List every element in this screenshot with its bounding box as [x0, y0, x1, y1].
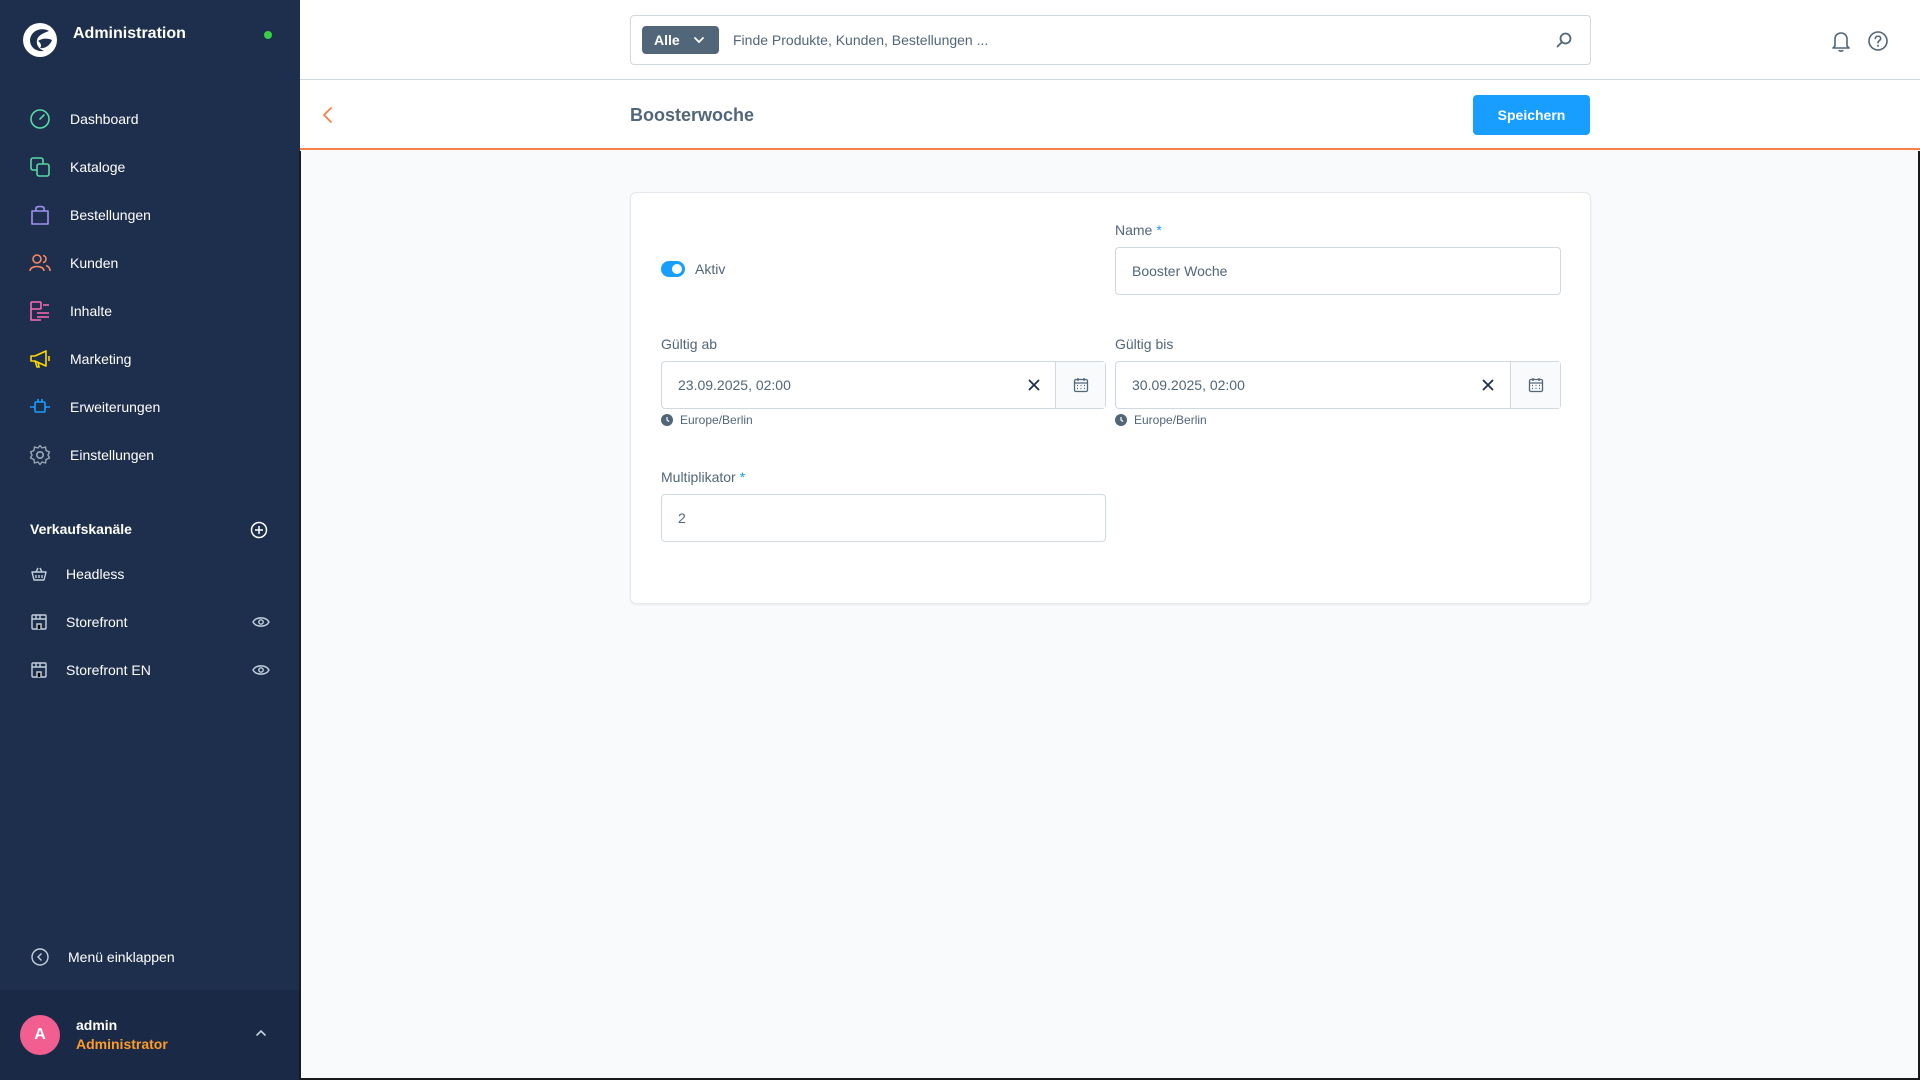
avatar: A	[20, 1015, 60, 1055]
notification-bell-icon[interactable]	[1830, 30, 1852, 52]
sidebar-item-label: Dashboard	[70, 111, 139, 127]
calendar-button[interactable]	[1055, 362, 1105, 408]
valid-from-value: 23.09.2025, 02:00	[678, 377, 791, 393]
sidebar-item-orders[interactable]: Bestellungen	[0, 195, 300, 235]
sidebar-item-label: Einstellungen	[70, 447, 155, 463]
dashboard-icon	[28, 107, 52, 131]
sales-channel-label: Headless	[66, 566, 125, 582]
search-type-label: Alle	[654, 32, 680, 48]
customers-icon	[28, 251, 52, 275]
shopware-logo-icon	[23, 23, 57, 57]
sales-channel-headless[interactable]: Headless	[0, 555, 300, 595]
page-title: Boosterwoche	[630, 105, 755, 125]
multiplier-label: Multiplikator *	[661, 469, 745, 485]
add-sales-channel-icon[interactable]	[249, 520, 269, 540]
app-title: Administration	[73, 25, 186, 42]
name-label: Name *	[1115, 222, 1162, 238]
global-search: Alle	[630, 15, 1591, 65]
valid-until-label: Gültig bis	[1115, 336, 1174, 352]
search-type-dropdown[interactable]: Alle	[642, 26, 719, 54]
sidebar-item-settings[interactable]: Einstellungen	[0, 435, 300, 475]
save-button[interactable]: Speichern	[1473, 95, 1590, 135]
storefront-icon	[28, 611, 50, 633]
sidebar-item-dashboard[interactable]: Dashboard	[0, 99, 300, 139]
sidebar-item-customers[interactable]: Kunden	[0, 243, 300, 283]
name-value: Booster Woche	[1132, 263, 1228, 279]
search-icon[interactable]	[1555, 31, 1573, 49]
collapse-menu-button[interactable]: Menü einklappen	[0, 940, 300, 974]
sidebar-item-marketing[interactable]: Marketing	[0, 339, 300, 379]
valid-until-value: 30.09.2025, 02:00	[1132, 377, 1245, 393]
sales-channel-label: Storefront	[66, 614, 128, 630]
sidebar-item-label: Kataloge	[70, 159, 126, 175]
user-role: Administrator	[76, 1036, 168, 1052]
clear-icon[interactable]	[1027, 378, 1041, 392]
sales-channel-storefront[interactable]: Storefront	[0, 603, 300, 643]
basket-icon	[28, 563, 50, 585]
collapse-menu-label: Menü einklappen	[68, 949, 175, 965]
calendar-icon	[1528, 378, 1543, 393]
calendar-icon	[1073, 378, 1088, 393]
sidebar-item-catalogs[interactable]: Kataloge	[0, 147, 300, 187]
chevron-left-circle-icon	[31, 948, 49, 966]
sales-channel-label: Storefront EN	[66, 662, 151, 678]
name-field[interactable]: Booster Woche	[1115, 247, 1561, 295]
clock-icon	[661, 414, 673, 426]
catalog-icon	[28, 155, 52, 179]
active-toggle[interactable]	[661, 261, 685, 277]
user-name: admin	[76, 1017, 118, 1033]
sidebar-item-label: Inhalte	[70, 303, 113, 319]
sales-channels-title: Verkaufskanäle	[30, 521, 132, 537]
smart-bar: Boosterwoche Speichern	[300, 80, 1920, 150]
help-icon[interactable]	[1867, 30, 1889, 52]
sidebar-item-label: Kunden	[70, 255, 119, 271]
booster-detail-card: Aktiv Name * Booster Woche Gültig ab 23.0…	[630, 192, 1591, 604]
chevron-up-icon[interactable]	[254, 1026, 268, 1040]
chevron-down-icon	[694, 37, 704, 44]
valid-from-field[interactable]: 23.09.2025, 02:00	[661, 361, 1106, 409]
multiplier-field[interactable]: 2	[661, 494, 1106, 542]
valid-until-timezone-text: Europe/Berlin	[1134, 413, 1207, 427]
sidebar: Administration Dashboard Kataloge Bestel…	[0, 0, 300, 1080]
valid-until-field[interactable]: 30.09.2025, 02:00	[1115, 361, 1561, 409]
sidebar-item-extensions[interactable]: Erweiterungen	[0, 387, 300, 427]
toggle-knob	[672, 264, 682, 274]
clear-icon[interactable]	[1481, 378, 1495, 392]
search-input[interactable]	[731, 28, 1531, 52]
active-label: Aktiv	[695, 261, 726, 277]
sales-channel-storefront-en[interactable]: Storefront EN	[0, 651, 300, 691]
clock-icon	[1115, 414, 1127, 426]
valid-from-timezone: Europe/Berlin	[661, 413, 753, 427]
multiplier-value: 2	[678, 510, 686, 526]
required-mark: *	[739, 469, 746, 485]
status-dot	[264, 31, 272, 39]
settings-icon	[28, 443, 52, 467]
sidebar-header: Administration	[0, 0, 300, 80]
content-icon	[28, 299, 52, 323]
multiplier-label-text: Multiplikator	[661, 469, 736, 485]
back-arrow-icon[interactable]	[320, 105, 336, 125]
calendar-button[interactable]	[1510, 362, 1560, 408]
name-label-text: Name	[1115, 222, 1153, 238]
sidebar-item-label: Erweiterungen	[70, 399, 161, 415]
sidebar-item-content[interactable]: Inhalte	[0, 291, 300, 331]
marketing-icon	[28, 347, 52, 371]
sidebar-item-label: Bestellungen	[70, 207, 151, 223]
eye-icon[interactable]	[251, 614, 271, 630]
orders-icon	[28, 203, 52, 227]
valid-from-timezone-text: Europe/Berlin	[680, 413, 753, 427]
extensions-icon	[28, 395, 52, 419]
eye-icon[interactable]	[251, 662, 271, 678]
top-bar: Alle	[300, 0, 1920, 80]
required-mark: *	[1156, 222, 1162, 238]
valid-until-timezone: Europe/Berlin	[1115, 413, 1207, 427]
sidebar-item-label: Marketing	[70, 351, 132, 367]
user-menu[interactable]: A admin Administrator	[0, 990, 300, 1080]
valid-from-label: Gültig ab	[661, 336, 718, 352]
storefront-icon	[28, 659, 50, 681]
